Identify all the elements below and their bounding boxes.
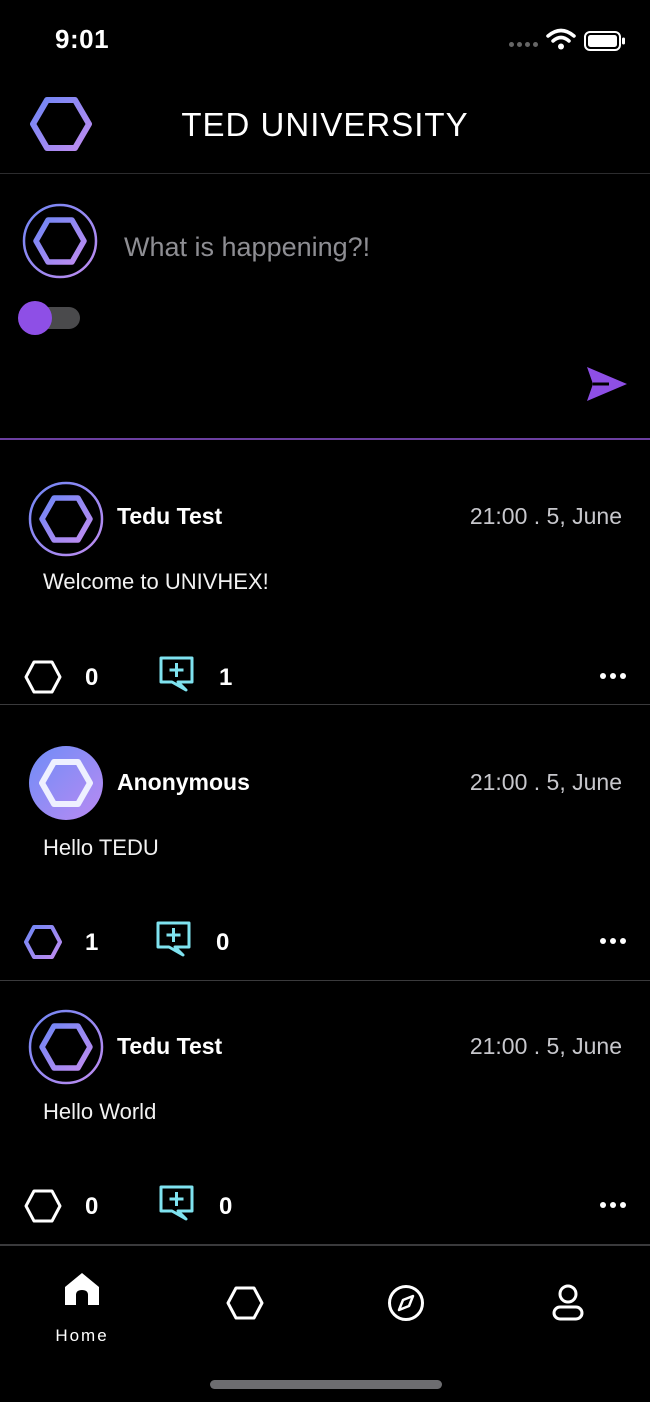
tab-explore[interactable] (346, 1246, 466, 1346)
like-count: 0 (85, 664, 99, 691)
status-time: 9:01 (55, 24, 110, 54)
post-author[interactable]: Anonymous (117, 769, 250, 796)
wifi-icon (546, 28, 576, 50)
home-indicator (210, 1380, 442, 1389)
post-actions: 1 0 (0, 921, 650, 964)
more-options-icon[interactable] (600, 1202, 626, 1208)
add-comment-icon[interactable] (158, 655, 196, 693)
post-composer (0, 175, 650, 440)
post-author[interactable]: Tedu Test (117, 503, 222, 530)
avatar[interactable] (28, 745, 104, 821)
post-body: Welcome to UNIVHEX! (43, 569, 269, 594)
profile-icon (552, 1284, 584, 1321)
post-timestamp: 21:00 . 5, June (469, 769, 622, 795)
compose-input[interactable] (124, 227, 604, 267)
tab-hexagon[interactable] (185, 1246, 305, 1346)
page-title: TED UNIVERSITY (181, 106, 469, 143)
comment-count: 1 (219, 664, 233, 691)
avatar (22, 203, 98, 279)
post-card[interactable]: Tedu Test 21:00 . 5, June Hello World 0 … (0, 981, 650, 1245)
post-actions: 0 0 (0, 1185, 650, 1228)
battery-icon (584, 31, 625, 51)
hexagon-icon (226, 1286, 264, 1320)
send-button[interactable] (585, 365, 629, 403)
avatar[interactable] (28, 1009, 104, 1085)
comment-count: 0 (216, 929, 230, 956)
compass-icon (388, 1285, 424, 1321)
hexagon-like-icon[interactable] (24, 659, 62, 695)
signal-icon (509, 42, 538, 47)
post-body: Hello TEDU (43, 835, 159, 860)
add-comment-icon[interactable] (155, 920, 193, 958)
more-options-icon[interactable] (600, 673, 626, 679)
tab-home-label: Home (55, 1326, 109, 1345)
more-options-icon[interactable] (600, 938, 626, 944)
add-comment-icon[interactable] (158, 1184, 196, 1222)
post-timestamp: 21:00 . 5, June (469, 1033, 622, 1059)
status-bar: 9:01 (0, 0, 650, 80)
post-body: Hello World (43, 1099, 157, 1124)
hexagon-like-icon[interactable] (24, 924, 62, 960)
tab-bar: Home (0, 1245, 650, 1402)
post-card[interactable]: Anonymous 21:00 . 5, June Hello TEDU 1 0 (0, 717, 650, 981)
comment-count: 0 (219, 1193, 233, 1220)
tab-profile[interactable] (508, 1246, 628, 1346)
like-count: 0 (85, 1193, 99, 1220)
post-author[interactable]: Tedu Test (117, 1033, 222, 1060)
hexagon-like-icon[interactable] (24, 1188, 62, 1224)
like-count: 1 (85, 929, 99, 956)
post-actions: 0 1 (0, 656, 650, 699)
tab-home[interactable]: Home (22, 1246, 142, 1346)
home-icon (65, 1273, 99, 1305)
post-card[interactable]: Tedu Test 21:00 . 5, June Welcome to UNI… (0, 441, 650, 705)
avatar[interactable] (28, 481, 104, 557)
post-timestamp: 21:00 . 5, June (469, 503, 622, 529)
anonymous-toggle[interactable] (18, 301, 82, 335)
app-header: TED UNIVERSITY (0, 80, 650, 174)
